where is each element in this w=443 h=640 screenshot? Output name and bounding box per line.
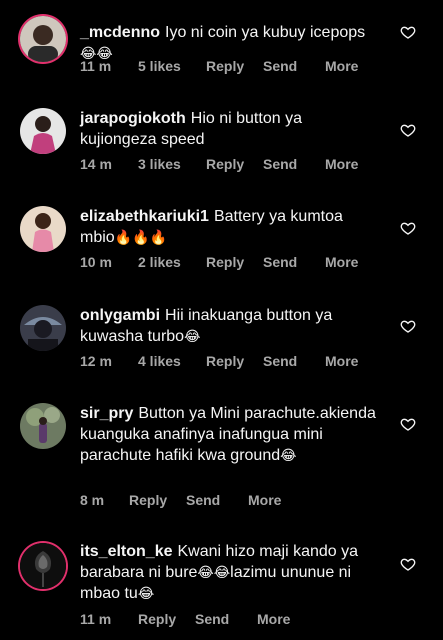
comment-time: 14 m xyxy=(80,156,112,172)
reply-button[interactable]: Reply xyxy=(206,156,263,172)
more-button[interactable]: More xyxy=(248,492,281,508)
comment-time: 8 m xyxy=(80,492,105,508)
avatar[interactable] xyxy=(20,305,66,351)
reply-button[interactable]: Reply xyxy=(206,254,263,270)
send-button[interactable]: Send xyxy=(263,353,325,369)
send-button[interactable]: Send xyxy=(195,611,257,627)
avatar[interactable] xyxy=(20,16,66,62)
comment-emoji: 😂😂 xyxy=(197,564,231,580)
avatar[interactable] xyxy=(20,403,66,449)
comment-emoji: 😂 xyxy=(137,585,155,601)
avatar[interactable] xyxy=(20,206,66,252)
comment-likes[interactable]: 2 likes xyxy=(138,254,206,270)
reply-button[interactable]: Reply xyxy=(206,58,263,74)
avatar[interactable] xyxy=(20,108,66,154)
comment-emoji: 😂 xyxy=(184,328,201,344)
reply-button[interactable]: Reply xyxy=(138,611,195,627)
like-heart-icon[interactable] xyxy=(400,318,416,334)
comment-username[interactable]: _mcdenno xyxy=(80,24,160,41)
more-button[interactable]: More xyxy=(325,58,358,74)
comment-text: Iyo ni coin ya kubuy icepops xyxy=(165,24,366,41)
more-button[interactable]: More xyxy=(325,353,358,369)
comment-username[interactable]: elizabethkariuki1 xyxy=(80,208,209,225)
avatar[interactable] xyxy=(20,543,66,589)
comment-username[interactable]: its_elton_ke xyxy=(80,543,172,560)
like-heart-icon[interactable] xyxy=(400,220,416,236)
reply-button[interactable]: Reply xyxy=(129,492,186,508)
more-button[interactable]: More xyxy=(325,156,358,172)
comment-likes[interactable]: 3 likes xyxy=(138,156,206,172)
send-button[interactable]: Send xyxy=(263,58,325,74)
comment-likes[interactable]: 4 likes xyxy=(138,353,206,369)
comment-time: 12 m xyxy=(80,353,112,369)
like-heart-icon[interactable] xyxy=(400,556,416,572)
comment-time: 11 m xyxy=(80,58,112,74)
like-heart-icon[interactable] xyxy=(400,416,416,432)
comment-username[interactable]: onlygambi xyxy=(80,307,160,324)
comment-emoji: 😂 xyxy=(280,447,297,463)
comment-time: 10 m xyxy=(80,254,112,270)
more-button[interactable]: More xyxy=(325,254,358,270)
comment-time: 11 m xyxy=(80,611,112,627)
comment-emoji: 🔥🔥🔥 xyxy=(114,229,167,245)
like-heart-icon[interactable] xyxy=(400,122,416,138)
comment-username[interactable]: jarapogiokoth xyxy=(80,110,186,127)
send-button[interactable]: Send xyxy=(263,254,325,270)
send-button[interactable]: Send xyxy=(186,492,248,508)
reply-button[interactable]: Reply xyxy=(206,353,263,369)
comment-likes[interactable]: 5 likes xyxy=(138,58,206,74)
more-button[interactable]: More xyxy=(257,611,290,627)
comment-username[interactable]: sir_pry xyxy=(80,405,133,422)
like-heart-icon[interactable] xyxy=(400,24,416,40)
send-button[interactable]: Send xyxy=(263,156,325,172)
